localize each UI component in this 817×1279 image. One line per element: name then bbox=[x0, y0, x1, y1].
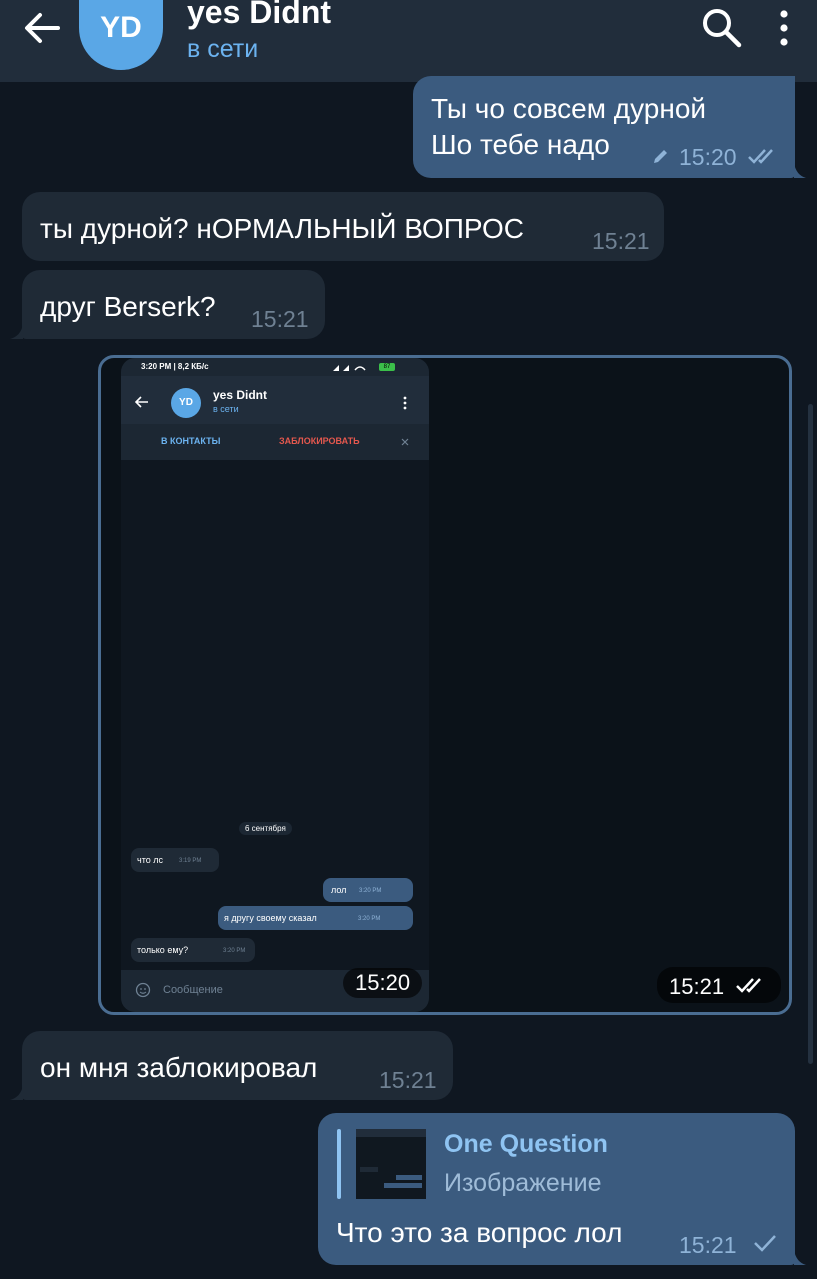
add-contact-button: В КОНТАКТЫ bbox=[161, 436, 221, 446]
message-bubble-outgoing[interactable]: Ты чо совсем дурной Шо тебе надо 15:20 bbox=[413, 76, 795, 178]
double-check-icon bbox=[736, 978, 761, 993]
mini-message-incoming: что лс 3:19 PM bbox=[131, 848, 219, 872]
message-text: лол bbox=[331, 885, 347, 895]
message-text: только ему? bbox=[137, 945, 189, 955]
avatar: YD bbox=[171, 388, 201, 418]
message-bubble-incoming[interactable]: ты дурной? нОРМАЛЬНЫЙ ВОПРОС 15:21 bbox=[22, 192, 664, 261]
mini-message-outgoing: лол 3:20 PM bbox=[323, 878, 413, 902]
message-time: 15:21 bbox=[679, 1232, 737, 1258]
reply-type: Изображение bbox=[444, 1169, 602, 1197]
message-time: 15:20 bbox=[679, 144, 737, 170]
photo-message[interactable]: 3:20 PM | 8,2 КБ/с 87 YD yes Didnt в сет… bbox=[98, 355, 792, 1015]
more-vertical-icon[interactable] bbox=[772, 8, 796, 48]
message-bubble-outgoing[interactable]: One Question Изображение Что это за вопр… bbox=[318, 1113, 795, 1265]
message-input-placeholder: Сообщение bbox=[163, 984, 223, 996]
edit-pencil-icon bbox=[654, 150, 667, 163]
chat-status: в сети bbox=[213, 404, 239, 414]
reply-sender-name: One Question bbox=[444, 1130, 608, 1158]
chat-status: в сети bbox=[187, 35, 259, 63]
message-text: друг Berserk? bbox=[40, 291, 216, 322]
message-time: 3:19 PM bbox=[179, 858, 202, 864]
message-bubble-incoming[interactable]: он мня заблокировал 15:21 bbox=[22, 1031, 453, 1100]
arrow-left-icon bbox=[135, 396, 148, 408]
message-text: Ты чо совсем дурной bbox=[431, 93, 707, 124]
mini-message-outgoing: я другу своему сказал 3:20 PM bbox=[218, 906, 413, 930]
search-icon[interactable] bbox=[700, 6, 742, 48]
single-check-icon bbox=[754, 1235, 776, 1252]
message-time: 3:20 PM bbox=[223, 948, 246, 954]
message-time: 15:21 bbox=[592, 228, 650, 254]
message-time: 15:21 bbox=[379, 1067, 437, 1093]
photo-time-pill: 15:21 bbox=[657, 967, 781, 1003]
message-time: 3:20 PM bbox=[359, 888, 382, 894]
message-text: Что это за вопрос лол bbox=[336, 1217, 623, 1248]
message-text: он мня заблокировал bbox=[40, 1052, 318, 1083]
statusbar: 3:20 PM | 8,2 КБ/с 87 bbox=[121, 358, 429, 376]
message-text: Шо тебе надо bbox=[431, 129, 610, 160]
block-button: ЗАБЛОКИРОВАТЬ bbox=[279, 436, 360, 446]
message-time: 15:21 bbox=[669, 974, 725, 999]
scrollbar[interactable] bbox=[808, 404, 813, 1064]
chat-title: yes Didnt bbox=[213, 388, 268, 402]
reply-bar bbox=[337, 1129, 341, 1199]
overlay-time: 15:20 bbox=[343, 968, 423, 998]
statusbar-time: 3:20 PM | 8,2 КБ/с bbox=[141, 362, 209, 371]
arrow-left-icon[interactable] bbox=[22, 10, 62, 46]
message-text: ты дурной? нОРМАЛЬНЫЙ ВОПРОС bbox=[40, 213, 524, 244]
reply-thumbnail[interactable] bbox=[356, 1129, 426, 1199]
action-bar: В КОНТАКТЫ ЗАБЛОКИРОВАТЬ bbox=[121, 424, 429, 460]
bubble-tail bbox=[794, 1250, 806, 1265]
screenshot-header: YD yes Didnt в сети bbox=[121, 376, 429, 424]
mini-message-incoming: только ему? 3:20 PM bbox=[131, 938, 255, 962]
close-icon bbox=[401, 438, 409, 446]
message-time: 3:20 PM bbox=[358, 916, 381, 922]
emoji-icon bbox=[135, 982, 151, 998]
message-text: что лс bbox=[137, 855, 163, 865]
message-text: я другу своему сказал bbox=[224, 913, 317, 923]
chat-header: YD yes Didnt в сети bbox=[0, 0, 817, 82]
signal-icon bbox=[333, 365, 366, 371]
battery-icon: 87 bbox=[379, 363, 395, 371]
message-bubble-incoming[interactable]: друг Berserk? 15:21 bbox=[22, 270, 325, 339]
message-time: 15:21 bbox=[251, 306, 309, 332]
double-check-icon bbox=[748, 149, 773, 164]
bubble-tail bbox=[794, 163, 806, 178]
date-separator: 6 сентября bbox=[239, 822, 292, 835]
more-vertical-icon bbox=[403, 396, 407, 410]
chat-title[interactable]: yes Didnt bbox=[187, 0, 331, 31]
embedded-screenshot: 3:20 PM | 8,2 КБ/с 87 YD yes Didnt в сет… bbox=[121, 358, 429, 1012]
bubble-tail bbox=[10, 324, 23, 339]
avatar[interactable]: YD bbox=[79, 0, 163, 70]
bubble-tail bbox=[10, 1085, 23, 1100]
